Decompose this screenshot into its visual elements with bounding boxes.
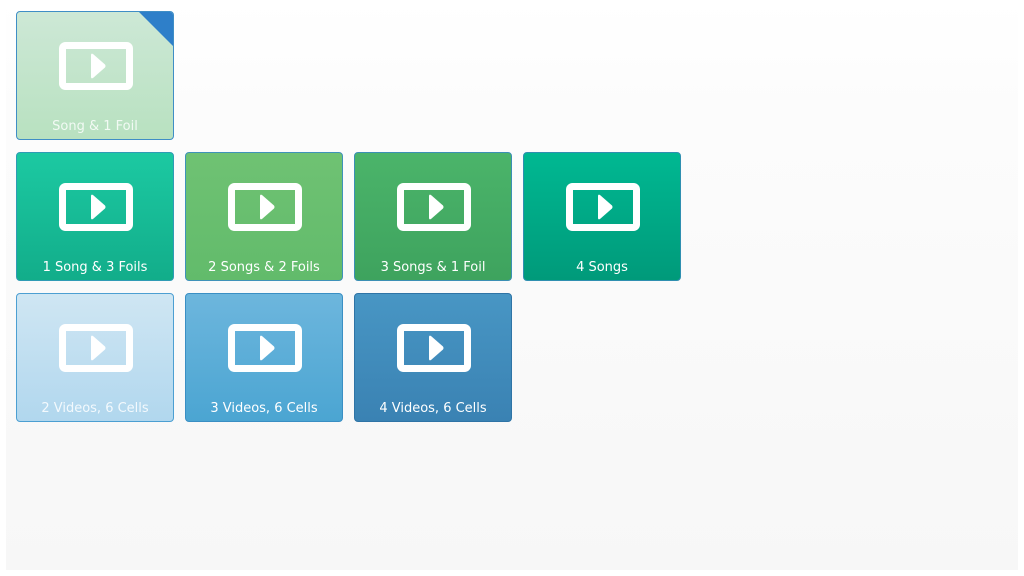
play-video-icon bbox=[228, 183, 302, 231]
layout-tile[interactable]: 1 Song & 3 Foils bbox=[16, 152, 174, 281]
tile-row: 2 Videos, 6 Cells 3 Videos, 6 Cells 4 Vide… bbox=[16, 293, 523, 422]
play-video-icon bbox=[59, 324, 133, 372]
layout-tile-grid: Song & 1 Foil 1 Song & 3 Foils 2 Songs & 2… bbox=[16, 11, 716, 431]
tile-label: 4 Videos, 6 Cells bbox=[379, 401, 487, 416]
layout-picker-panel: Song & 1 Foil 1 Song & 3 Foils 2 Songs & 2… bbox=[6, 0, 1018, 570]
play-video-icon bbox=[566, 183, 640, 231]
play-video-icon bbox=[228, 324, 302, 372]
tile-label: 2 Songs & 2 Foils bbox=[208, 260, 320, 275]
layout-tile[interactable]: 4 Songs bbox=[523, 152, 681, 281]
play-video-icon bbox=[397, 183, 471, 231]
layout-tile[interactable]: 2 Songs & 2 Foils bbox=[185, 152, 343, 281]
layout-tile[interactable]: 3 Videos, 6 Cells bbox=[185, 293, 343, 422]
tile-label: 3 Videos, 6 Cells bbox=[210, 401, 318, 416]
tile-label: Song & 1 Foil bbox=[52, 119, 138, 134]
layout-tile[interactable]: 2 Videos, 6 Cells bbox=[16, 293, 174, 422]
play-video-icon bbox=[59, 42, 133, 90]
layout-tile[interactable]: Song & 1 Foil bbox=[16, 11, 174, 140]
play-video-icon bbox=[397, 324, 471, 372]
layout-tile[interactable]: 4 Videos, 6 Cells bbox=[354, 293, 512, 422]
tile-label: 4 Songs bbox=[576, 260, 628, 275]
tile-label: 3 Songs & 1 Foil bbox=[380, 260, 486, 275]
selected-corner-icon bbox=[139, 12, 173, 46]
layout-tile[interactable]: 3 Songs & 1 Foil bbox=[354, 152, 512, 281]
tile-row: 1 Song & 3 Foils 2 Songs & 2 Foils 3 Songs… bbox=[16, 152, 692, 281]
play-video-icon bbox=[59, 183, 133, 231]
tile-label: 1 Song & 3 Foils bbox=[42, 260, 148, 275]
tile-row: Song & 1 Foil bbox=[16, 11, 185, 140]
tile-label: 2 Videos, 6 Cells bbox=[41, 401, 149, 416]
